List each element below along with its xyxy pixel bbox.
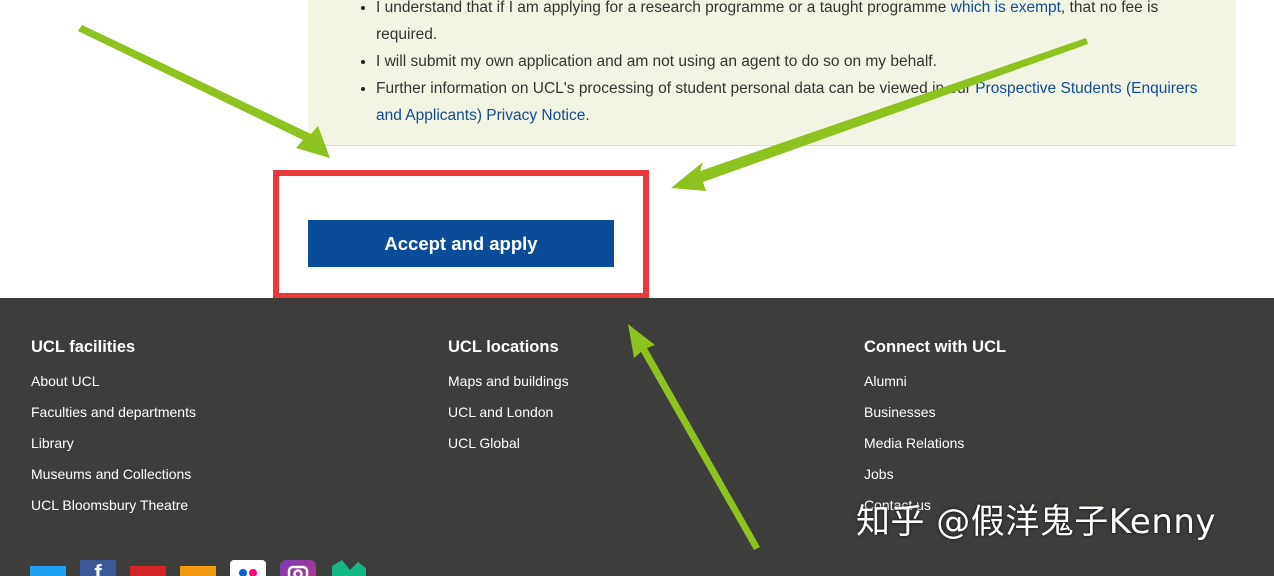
twitter-icon[interactable] (30, 566, 66, 576)
terms-item: I understand that if I am applying for a… (376, 0, 1216, 48)
footer-column-locations: UCL locations Maps and buildings UCL and… (448, 338, 569, 466)
footer-heading: UCL locations (448, 338, 559, 356)
instagram-icon[interactable] (280, 560, 316, 576)
exempt-link[interactable]: which is exempt (951, 0, 1061, 16)
footer-heading: Connect with UCL (864, 338, 1007, 356)
terms-item: I will submit my own application and am … (376, 48, 1216, 75)
youtube-icon[interactable] (130, 566, 166, 576)
social-links: f (30, 560, 380, 576)
rss-icon[interactable] (180, 566, 216, 576)
terms-text: I understand that if I am applying for a… (376, 0, 951, 16)
footer-link[interactable]: Businesses (864, 404, 936, 420)
footer-column-facilities: UCL facilities About UCL Faculties and d… (31, 338, 196, 528)
footer-link[interactable]: UCL and London (448, 404, 553, 420)
flickr-icon[interactable] (230, 560, 266, 576)
footer-link[interactable]: Jobs (864, 466, 894, 482)
footer-link[interactable]: Museums and Collections (31, 466, 191, 482)
terms-item: Further information on UCL's processing … (376, 75, 1216, 129)
footer-link[interactable]: Faculties and departments (31, 404, 196, 420)
facebook-icon[interactable]: f (80, 560, 116, 576)
terms-list: I understand that if I am applying for a… (376, 0, 1216, 129)
footer-heading: UCL facilities (31, 338, 136, 356)
footer-link[interactable]: Maps and buildings (448, 373, 569, 389)
arrow-icon (78, 25, 330, 158)
terms-text: I will submit my own application and am … (376, 53, 937, 70)
footer-link[interactable]: UCL Global (448, 435, 520, 451)
accept-and-apply-button[interactable]: Accept and apply (308, 220, 614, 267)
footer-link[interactable]: Alumni (864, 373, 907, 389)
terms-text: Further information on UCL's processing … (376, 80, 976, 97)
terms-text: . (585, 107, 590, 124)
watermark-text: 知乎 @假洋鬼子Kenny (856, 502, 1217, 542)
footer-link[interactable]: About UCL (31, 373, 99, 389)
footer-link[interactable]: UCL Bloomsbury Theatre (31, 497, 188, 513)
footer-link[interactable]: Library (31, 435, 74, 451)
medium-icon[interactable] (330, 560, 366, 576)
footer-link[interactable]: Media Relations (864, 435, 964, 451)
